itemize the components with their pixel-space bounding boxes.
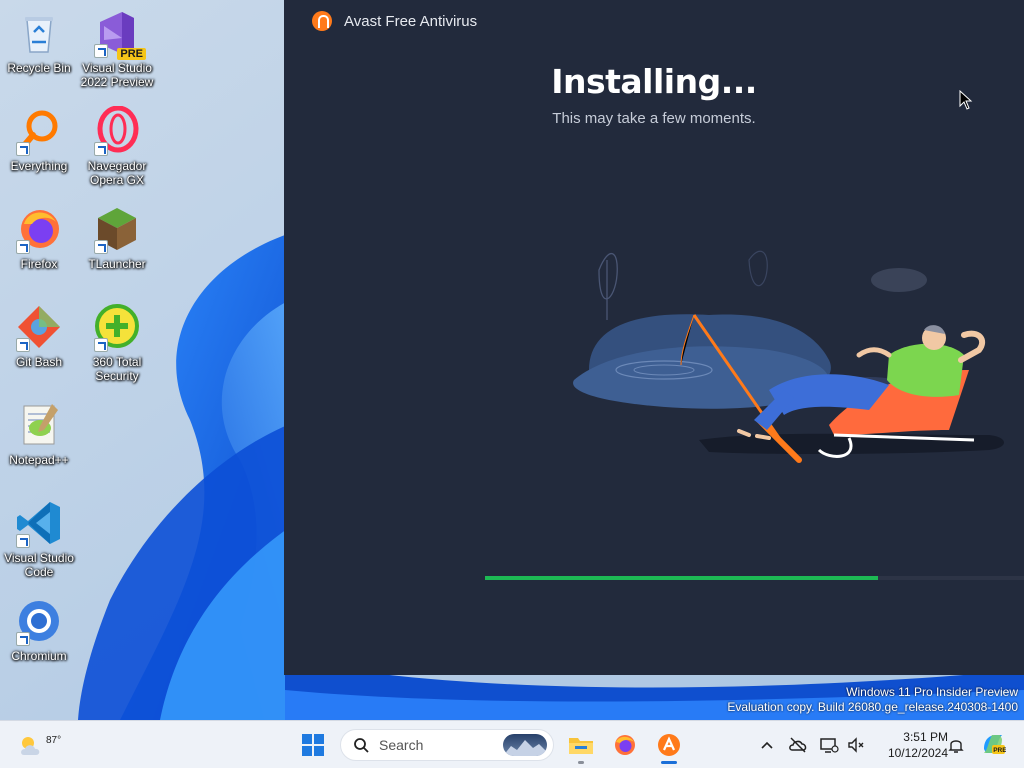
clock-time: 3:51 PM	[903, 730, 948, 744]
git-bash-icon	[14, 302, 64, 352]
installing-subheading: This may take a few moments.	[552, 110, 756, 127]
watermark-line-2: Evaluation copy. Build 26080.ge_release.…	[727, 700, 1018, 714]
everything-search-icon	[14, 106, 64, 156]
desktop-icon-tlauncher[interactable]: TLauncher	[78, 204, 156, 271]
install-progress-bar	[485, 576, 1024, 580]
notepad-plus-plus-icon	[14, 400, 64, 450]
clock-date: 10/12/2024	[887, 746, 948, 760]
taskbar-firefox[interactable]	[605, 725, 645, 765]
desktop-icon-label: Visual Studio Code	[4, 551, 74, 579]
360-security-icon	[92, 302, 142, 352]
desktop-icon-label: TLauncher	[88, 257, 146, 271]
desktop-icon-chromium[interactable]: Chromium	[0, 596, 78, 663]
shortcut-arrow-icon	[16, 240, 30, 254]
fishing-illustration	[573, 250, 1004, 463]
visual-studio-icon: PRE	[92, 8, 146, 60]
shortcut-arrow-icon	[94, 338, 108, 352]
taskbar-avast[interactable]	[649, 725, 689, 765]
desktop-icon-label: Navegador Opera GX	[87, 159, 147, 187]
start-button[interactable]	[293, 725, 333, 765]
shortcut-arrow-icon	[94, 240, 108, 254]
taskbar-clock[interactable]: 3:51 PM 10/12/2024	[872, 729, 948, 761]
svg-text:PRE: PRE	[993, 747, 1006, 754]
desktop-icon-label: Recycle Bin	[7, 61, 71, 75]
firefox-icon	[14, 204, 64, 254]
install-progress-fill	[485, 576, 879, 580]
shortcut-arrow-icon	[16, 142, 30, 156]
onedrive-icon[interactable]	[788, 735, 808, 755]
avast-installer-window: Avast Free Antivirus Installing... This …	[284, 0, 1024, 675]
search-icon	[354, 738, 369, 753]
search-highlight-image	[503, 734, 547, 756]
desktop-icon-label: Chromium	[11, 649, 67, 663]
avast-logo-icon	[312, 11, 332, 31]
desktop-icon-visual-studio[interactable]: PRE Visual Studio 2022 Preview	[78, 8, 156, 89]
watermark-line-1: Windows 11 Pro Insider Preview	[846, 685, 1018, 699]
recycle-bin-icon	[14, 8, 64, 58]
desktop-icon-everything[interactable]: Everything	[0, 106, 78, 173]
desktop-icon-opera-gx[interactable]: Navegador Opera GX	[78, 105, 156, 187]
network-icon[interactable]	[819, 735, 839, 755]
chromium-icon	[14, 596, 64, 646]
avast-icon	[658, 734, 680, 756]
shortcut-arrow-icon	[94, 142, 108, 156]
shortcut-arrow-icon	[16, 338, 30, 352]
weather-temperature: 87°	[46, 735, 62, 746]
active-indicator	[661, 761, 677, 764]
taskbar-search-box[interactable]: Search	[340, 729, 554, 761]
desktop-icon-git-bash[interactable]: Git Bash	[0, 302, 78, 369]
taskbar: 87° Search 3:51 PM 10/12/2024 PRE	[0, 720, 1024, 768]
desktop-icon-label: Everything	[10, 159, 68, 173]
taskbar-file-explorer[interactable]	[561, 725, 601, 765]
notifications-icon[interactable]	[946, 735, 966, 755]
running-indicator	[578, 761, 584, 764]
volume-icon[interactable]	[846, 735, 866, 755]
desktop-icon-vscode[interactable]: Visual Studio Code	[0, 498, 78, 579]
preview-badge: PRE	[117, 48, 146, 60]
copilot-icon[interactable]: PRE	[980, 731, 1006, 757]
windows-watermark: Windows 11 Pro Insider Preview Evaluatio…	[727, 685, 1018, 715]
desktop-icon-notepad-plus-plus[interactable]: Notepad++	[0, 400, 78, 467]
desktop-icon-firefox[interactable]: Firefox	[0, 204, 78, 271]
desktop-icon-label: Notepad++	[9, 453, 69, 467]
shortcut-arrow-icon	[94, 44, 108, 58]
mouse-cursor-icon	[959, 90, 973, 110]
search-placeholder: Search	[379, 737, 424, 753]
desktop-icon-label: Firefox	[20, 257, 58, 271]
desktop-icon-label: Visual Studio 2022 Preview	[80, 61, 154, 89]
desktop-icon-360-security[interactable]: 360 Total Security	[78, 302, 156, 383]
desktop-icon-label: Git Bash	[15, 355, 63, 369]
desktop-icon-label: 360 Total Security	[92, 355, 142, 383]
windows-start-icon	[302, 734, 324, 756]
shortcut-arrow-icon	[16, 632, 30, 646]
firefox-icon	[615, 735, 635, 755]
window-title: Avast Free Antivirus	[344, 12, 478, 30]
partly-cloudy-icon	[21, 737, 40, 755]
opera-gx-icon	[92, 105, 142, 156]
chevron-up-icon[interactable]	[757, 735, 777, 755]
weather-widget[interactable]: 87°	[16, 727, 61, 763]
installing-heading: Installing...	[551, 62, 757, 101]
vscode-icon	[14, 498, 64, 548]
file-explorer-icon	[569, 738, 593, 754]
avast-titlebar[interactable]: Avast Free Antivirus	[284, 0, 1024, 42]
tlauncher-icon	[92, 204, 142, 254]
desktop-icon-recycle-bin[interactable]: Recycle Bin	[0, 8, 78, 75]
shortcut-arrow-icon	[16, 534, 30, 548]
